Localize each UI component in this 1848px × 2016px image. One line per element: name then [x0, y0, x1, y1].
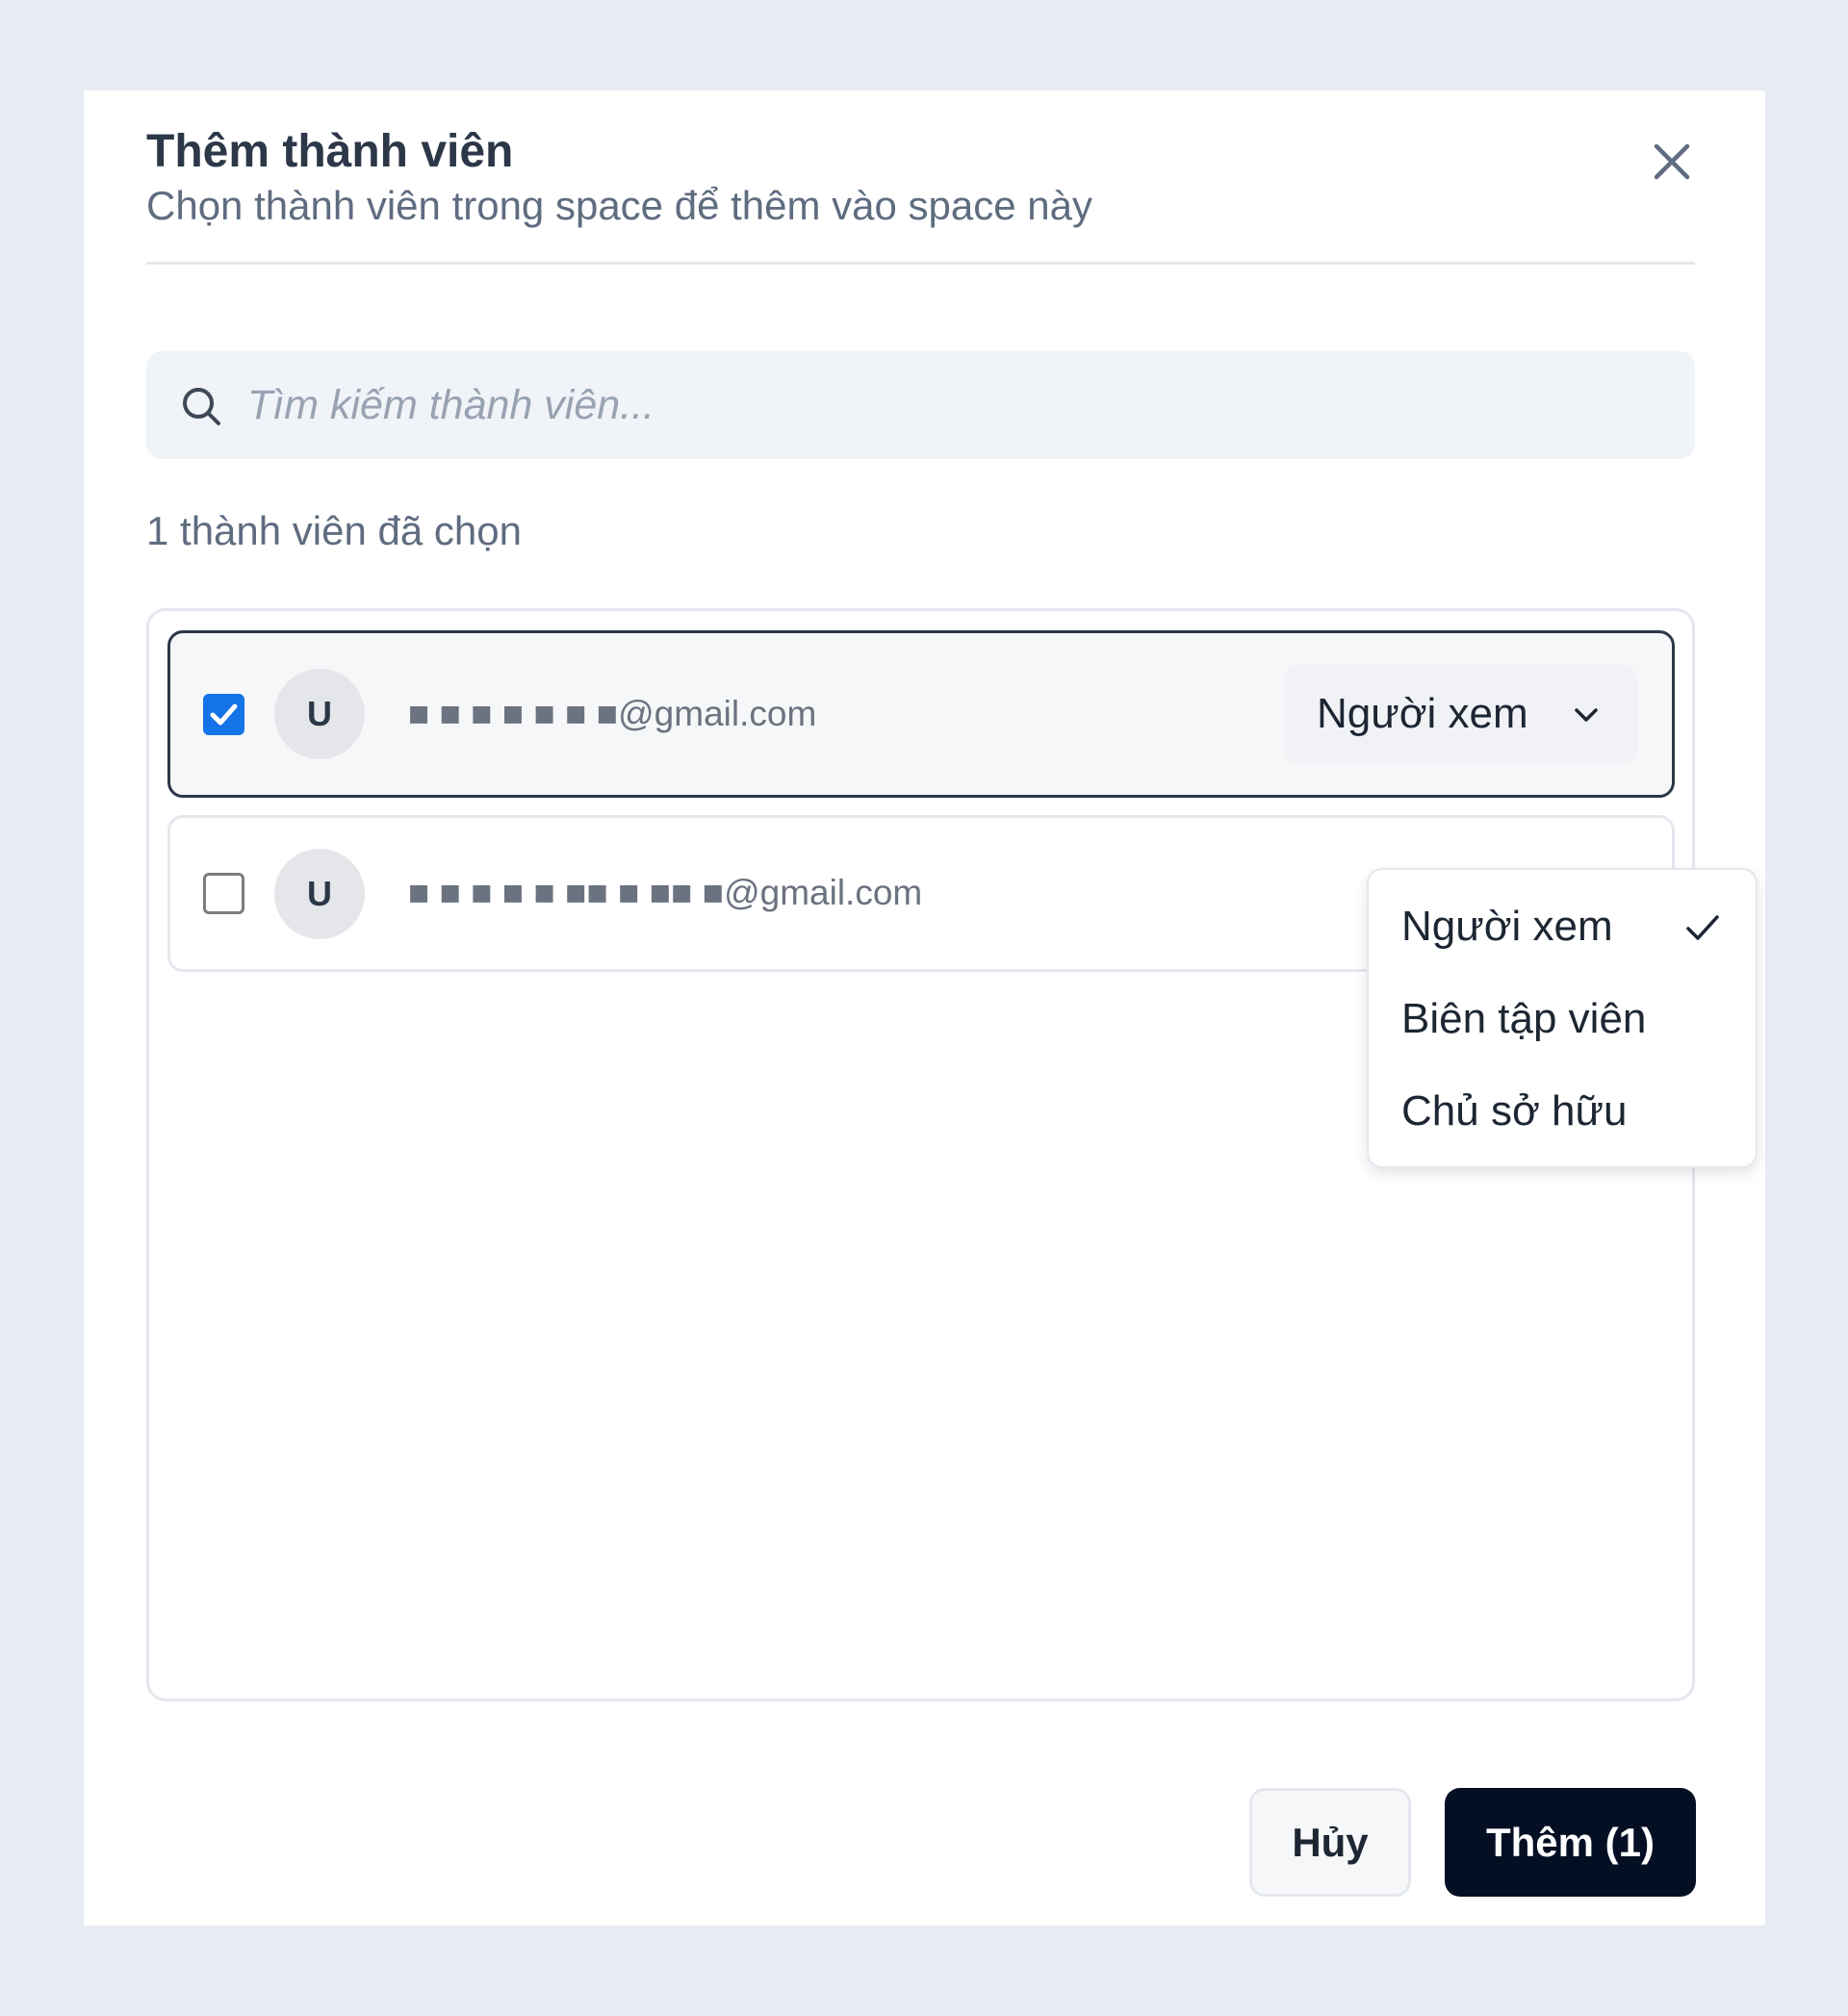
member-checkbox[interactable]	[203, 694, 244, 735]
member-email: ■ ■ ■ ■ ■ ■■ ■ ■■ ■@gmail.com	[408, 873, 923, 912]
add-button[interactable]: Thêm (1)	[1445, 1788, 1696, 1897]
role-dropdown-menu: Người xem Biên tập viên Chủ sở hữu	[1367, 868, 1758, 1168]
dialog-title: Thêm thành viên	[146, 126, 514, 177]
member-email: ■ ■ ■ ■ ■ ■ ■@gmail.com	[408, 694, 817, 733]
role-option-editor[interactable]: Biên tập viên	[1369, 974, 1756, 1066]
role-option-label: Chủ sở hữu	[1401, 1087, 1628, 1135]
checkmark-icon	[1686, 915, 1719, 940]
avatar: U	[274, 849, 365, 939]
role-select-value: Người xem	[1317, 690, 1528, 737]
role-option-label: Người xem	[1401, 903, 1613, 950]
search-icon	[183, 388, 220, 425]
member-row[interactable]: U ■ ■ ■ ■ ■ ■ ■@gmail.com Người xem	[167, 630, 1675, 798]
add-member-dialog: Thêm thành viên Chọn thành viên trong sp…	[84, 90, 1765, 1926]
selected-count: 1 thành viên đã chọn	[146, 508, 522, 553]
role-option-label: Biên tập viên	[1401, 995, 1647, 1042]
role-select[interactable]: Người xem	[1284, 665, 1637, 764]
search-box[interactable]	[146, 351, 1695, 459]
header-divider	[146, 262, 1695, 265]
avatar: U	[274, 669, 365, 759]
cancel-button[interactable]: Hủy	[1249, 1788, 1411, 1897]
checkmark-icon	[210, 703, 238, 726]
chevron-down-icon	[1575, 708, 1598, 722]
member-checkbox[interactable]	[203, 873, 244, 914]
close-button[interactable]	[1643, 133, 1701, 191]
dialog-subtitle: Chọn thành viên trong space để thêm vào …	[146, 183, 1092, 228]
close-icon	[1654, 143, 1690, 180]
role-option-owner[interactable]: Chủ sở hữu	[1369, 1066, 1756, 1159]
role-option-viewer[interactable]: Người xem	[1369, 881, 1756, 974]
search-input[interactable]	[247, 351, 1672, 459]
